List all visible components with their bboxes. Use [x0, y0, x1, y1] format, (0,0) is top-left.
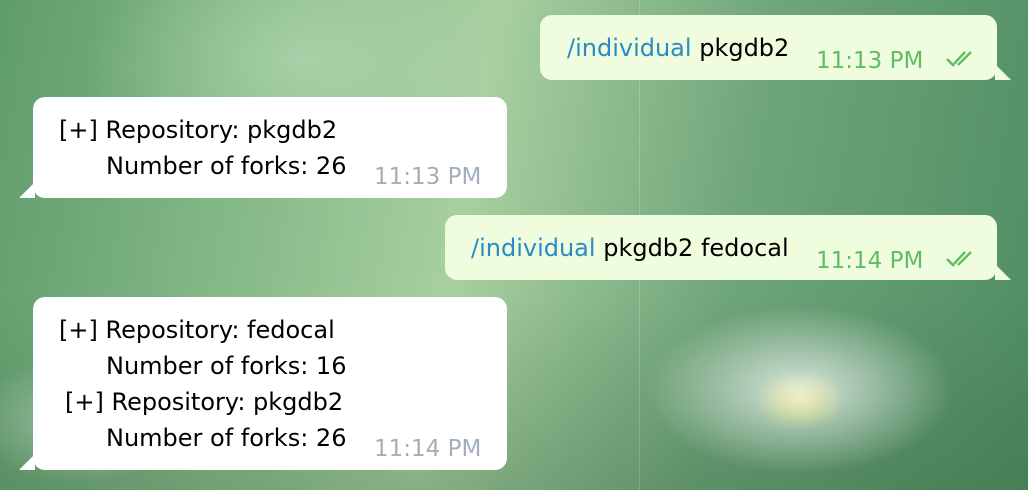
outgoing-message-bubble[interactable]: /individual pkgdb2 11:13 PM [540, 15, 1011, 80]
bubble-tail [995, 64, 1011, 80]
message-line: [+] Repository: pkgdb2 [65, 388, 344, 416]
bubble-tail [995, 264, 1011, 280]
message-time: 11:13 PM [816, 48, 924, 74]
incoming-message-bubble[interactable]: [+] Repository: fedocal Number of forks:… [19, 297, 507, 470]
message-line: [+] Repository: fedocal [59, 316, 335, 344]
message-line: [+] Repository: pkgdb2 [59, 116, 338, 144]
bubble-tail [19, 182, 35, 198]
message-time: 11:13 PM [374, 164, 482, 190]
incoming-message-bubble[interactable]: [+] Repository: pkgdb2 Number of forks: … [19, 97, 507, 198]
command-args: pkgdb2 fedocal [603, 234, 789, 262]
message-text: /individual pkgdb2 fedocal [471, 230, 789, 266]
message-line: Number of forks: 26 [106, 152, 347, 180]
outgoing-message-bubble[interactable]: /individual pkgdb2 fedocal 11:14 PM [445, 215, 1011, 280]
bot-command-link[interactable]: /individual [567, 34, 692, 62]
command-args: pkgdb2 [699, 34, 790, 62]
read-double-check-icon [946, 251, 972, 267]
message-line: Number of forks: 26 [106, 424, 347, 452]
bot-command-link[interactable]: /individual [471, 234, 596, 262]
message-text: /individual pkgdb2 [567, 30, 789, 66]
message-line: Number of forks: 16 [106, 352, 347, 380]
read-double-check-icon [946, 51, 972, 67]
message-time: 11:14 PM [374, 436, 482, 462]
message-time: 11:14 PM [816, 248, 924, 274]
bubble-tail [19, 454, 35, 470]
